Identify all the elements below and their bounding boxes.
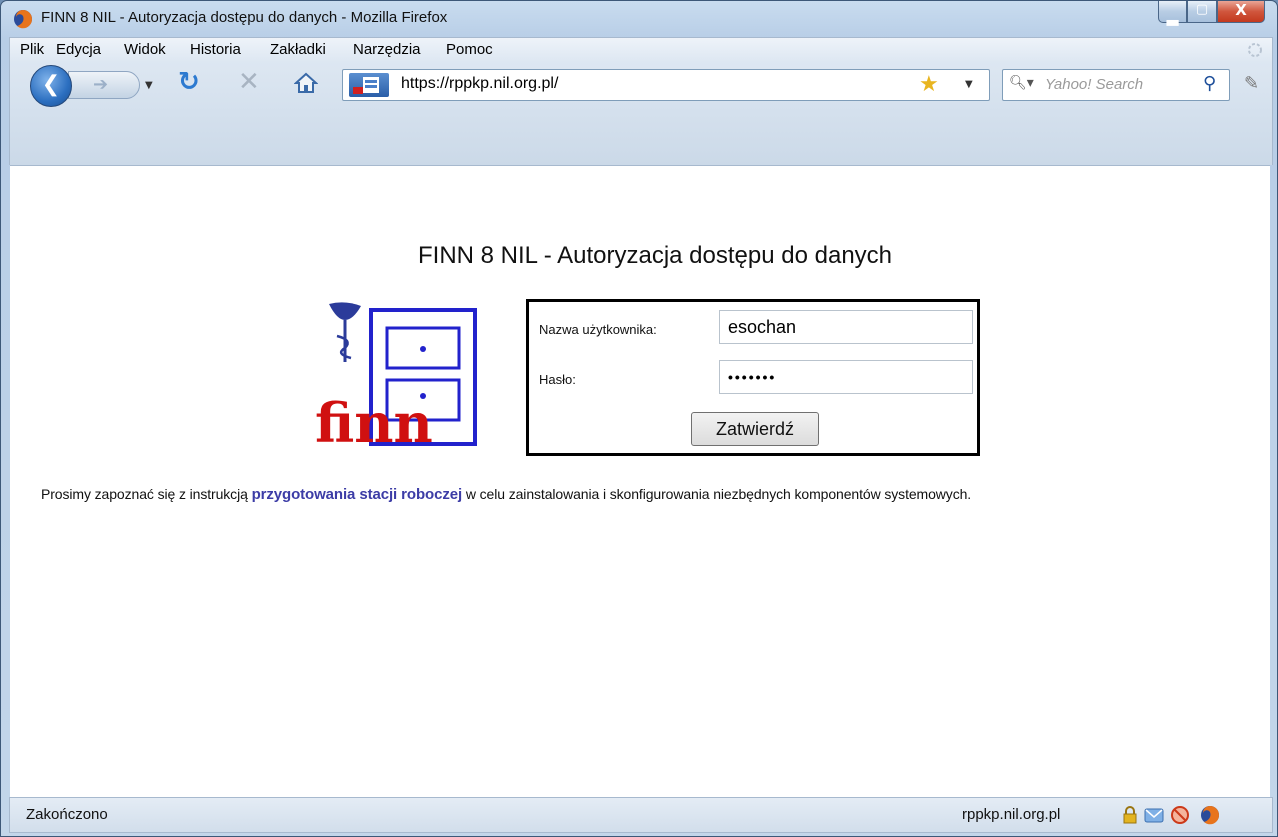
history-dropdown-icon[interactable]: ▼ (145, 80, 153, 91)
firefox-icon (14, 10, 33, 29)
status-text: Zakończono (26, 806, 108, 823)
navigation-toolbar: ➔ ❮ ▼ ↻ ✕ https://rppkp.nil.org.pl/ ★ ▼ … (9, 61, 1273, 165)
blocked-icon[interactable] (1170, 805, 1190, 825)
menu-widok[interactable]: Widok (124, 41, 166, 58)
title-bar: FINN 8 NIL - Autoryzacja dostępu do dany… (1, 1, 1277, 37)
password-input[interactable] (720, 361, 972, 393)
menu-historia[interactable]: Historia (190, 41, 241, 58)
status-host[interactable]: rppkp.nil.org.pl (962, 806, 1060, 823)
page-title: FINN 8 NIL - Autoryzacja dostępu do dany… (417, 242, 893, 269)
site-favicon-icon[interactable] (349, 73, 389, 97)
close-button[interactable]: X (1217, 1, 1265, 23)
logo-text: finn (315, 391, 433, 455)
search-engine-icon[interactable]: 🔍︎▾ (1009, 75, 1034, 91)
submit-button[interactable]: Zatwierdź (691, 412, 819, 446)
forward-button[interactable]: ➔ (68, 71, 140, 99)
status-bar: Zakończono rppkp.nil.org.pl (9, 797, 1273, 833)
reload-icon[interactable]: ↻ (178, 67, 200, 97)
menu-plik[interactable]: Plik (20, 41, 44, 58)
instruction-suffix: w celu zainstalowania i skonfigurowania … (462, 486, 972, 502)
workstation-instruction-link[interactable]: przygotowania stacji roboczej (252, 486, 463, 503)
url-dropdown-icon[interactable]: ▼ (965, 79, 973, 90)
menu-bar: Plik Edycja Widok Historia Zakładki Narz… (9, 37, 1273, 62)
page-content: FINN 8 NIL - Autoryzacja dostępu do dany… (10, 165, 1270, 798)
window-controls: ▬ ▢ X (1158, 1, 1265, 31)
toolbar-row: ➔ ❮ ▼ ↻ ✕ https://rppkp.nil.org.pl/ ★ ▼ … (10, 61, 1272, 107)
menu-narzedzia[interactable]: Narzędzia (353, 41, 421, 58)
minimize-button[interactable]: ▬ (1158, 1, 1187, 31)
addon-pen-icon[interactable]: ✎ (1244, 73, 1259, 94)
instruction-text: Prosimy zapoznać się z instrukcją przygo… (41, 486, 971, 503)
password-field[interactable] (719, 360, 973, 394)
bookmark-star-icon[interactable]: ★ (919, 72, 939, 97)
url-text[interactable]: https://rppkp.nil.org.pl/ (401, 75, 558, 93)
lock-icon[interactable] (1120, 805, 1140, 825)
search-box[interactable]: 🔍︎▾ Yahoo! Search ⚲ (1002, 69, 1230, 101)
maximize-button[interactable]: ▢ (1187, 1, 1217, 23)
mail-icon[interactable] (1144, 805, 1164, 825)
login-form: Nazwa użytkownika: Hasło: Zatwierdź (526, 299, 980, 456)
throbber-icon (1248, 43, 1262, 57)
menu-pomoc[interactable]: Pomoc (446, 41, 493, 58)
menu-zakladki[interactable]: Zakładki (270, 41, 326, 58)
browser-window: FINN 8 NIL - Autoryzacja dostępu do dany… (0, 0, 1278, 837)
username-label: Nazwa użytkownika: (539, 322, 657, 337)
instruction-prefix: Prosimy zapoznać się z instrukcją (41, 486, 252, 502)
search-input[interactable]: Yahoo! Search (1045, 76, 1143, 93)
address-bar[interactable]: https://rppkp.nil.org.pl/ ★ ▼ (342, 69, 990, 101)
menu-edycja[interactable]: Edycja (56, 41, 101, 58)
username-field[interactable] (719, 310, 973, 344)
stop-icon[interactable]: ✕ (238, 67, 260, 97)
site-identity-icon (353, 77, 379, 94)
firefox-status-icon[interactable] (1200, 805, 1220, 825)
home-icon[interactable] (294, 71, 318, 95)
back-button[interactable]: ❮ (30, 65, 72, 107)
password-label: Hasło: (539, 372, 576, 387)
window-title: FINN 8 NIL - Autoryzacja dostępu do dany… (41, 9, 448, 26)
finn-logo: finn (309, 296, 481, 456)
username-input[interactable] (720, 311, 972, 343)
search-go-icon[interactable]: ⚲ (1203, 73, 1216, 94)
